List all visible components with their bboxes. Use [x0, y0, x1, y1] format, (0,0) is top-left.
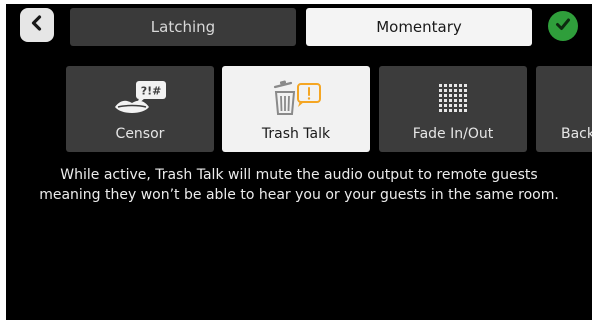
effect-label: Trash Talk — [261, 126, 331, 142]
mode-latching-button[interactable]: Latching — [70, 8, 296, 46]
description-line-2: meaning they won’t be able to hear you o… — [39, 187, 559, 203]
mode-momentary-button[interactable]: Momentary — [306, 8, 532, 46]
effect-label: Fade In/Out — [412, 126, 494, 142]
effect-tile-trash-talk[interactable]: Trash Talk — [222, 66, 370, 152]
trash-talk-icon — [222, 78, 370, 118]
confirm-button[interactable] — [548, 11, 578, 41]
mode-latching-label: Latching — [150, 18, 216, 36]
back-button[interactable] — [20, 8, 54, 42]
effect-label: Back — [561, 126, 592, 142]
fade-grid-icon — [379, 78, 527, 118]
chevron-left-icon — [28, 14, 46, 36]
mode-momentary-label: Momentary — [376, 18, 462, 36]
lips-censor-icon: ?!# — [66, 78, 214, 118]
effect-tile-fade[interactable]: Fade In/Out — [379, 66, 527, 152]
effect-label: Censor — [115, 126, 165, 142]
effect-tile-back[interactable]: Back — [536, 66, 592, 152]
effect-tile-censor[interactable]: ?!# Censor — [66, 66, 214, 152]
checkmark-icon — [554, 15, 572, 37]
app-screen: Latching Momentary ?!# Censor Trash Talk… — [6, 4, 592, 320]
svg-text:?!#: ?!# — [141, 85, 162, 98]
description-line-1: While active, Trash Talk will mute the a… — [60, 167, 538, 183]
effect-description: While active, Trash Talk will mute the a… — [20, 165, 578, 205]
